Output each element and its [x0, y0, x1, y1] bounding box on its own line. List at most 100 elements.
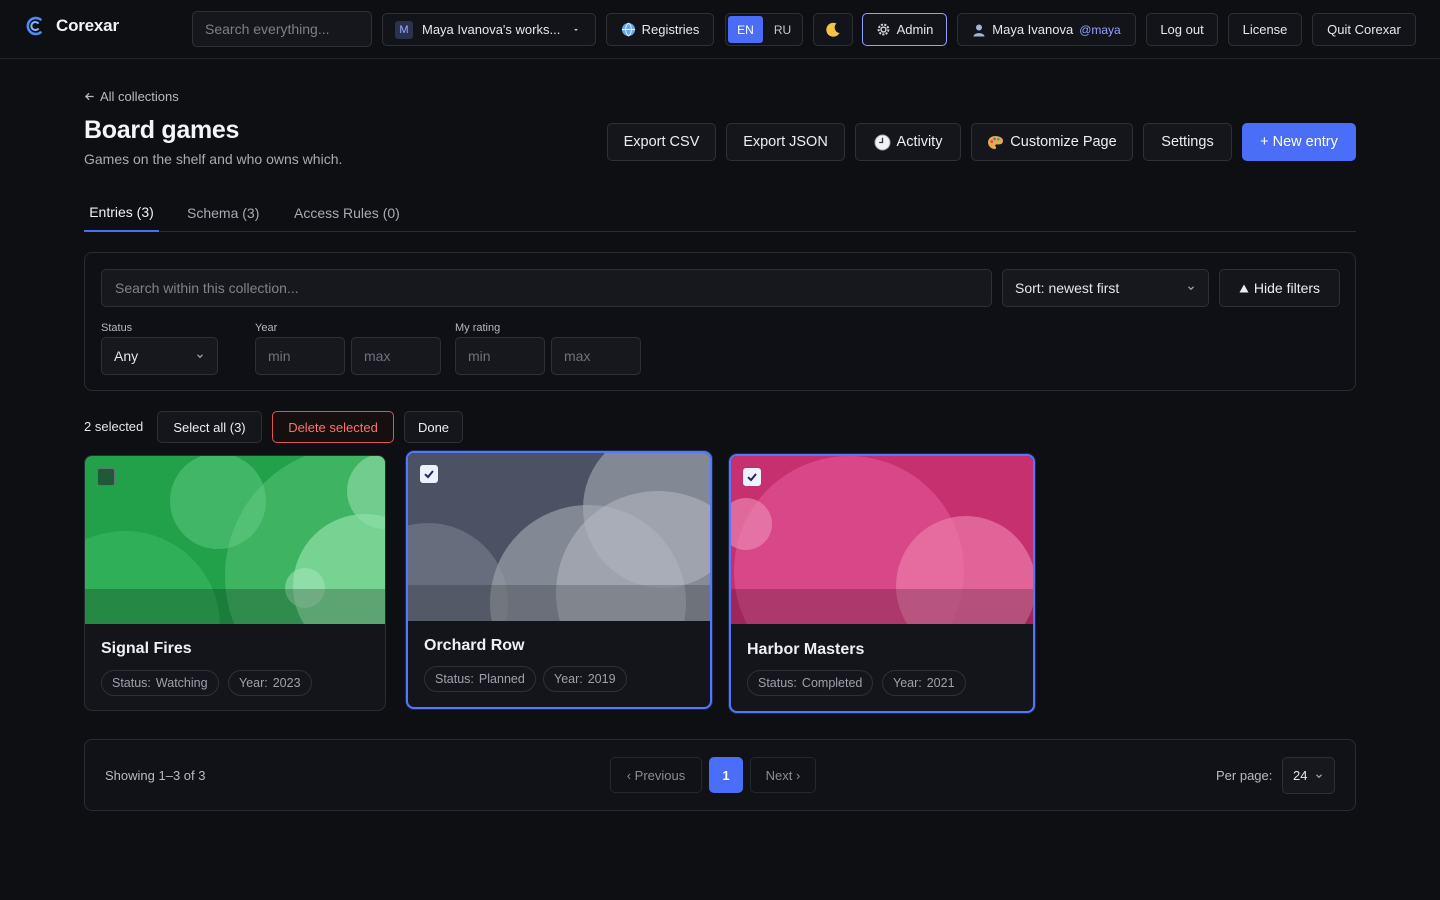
caret-down-icon	[574, 28, 579, 31]
workspace-name: Maya Ivanova's works...	[422, 22, 561, 37]
card-checkbox[interactable]	[420, 465, 438, 483]
breadcrumb-label: All collections	[100, 89, 179, 104]
workspace-switcher[interactable]: M Maya Ivanova's works...	[382, 13, 596, 46]
year-badge-key: Year:	[554, 672, 583, 686]
rating-max-input[interactable]: max	[551, 337, 641, 375]
per-page-select[interactable]: 24	[1282, 757, 1335, 794]
card-cover-image	[85, 456, 385, 624]
sort-value: Sort: newest first	[1015, 280, 1120, 296]
checkmark-icon	[747, 473, 757, 482]
app-name: Corexar	[56, 16, 119, 35]
chevron-down-icon	[1316, 773, 1322, 778]
year-badge-key: Year:	[239, 676, 268, 690]
status-badge: Status: Watching	[101, 670, 219, 696]
page-1-button[interactable]: 1	[709, 757, 743, 793]
globe-icon	[621, 22, 635, 37]
card-cover-image	[408, 453, 710, 621]
theme-toggle-button[interactable]	[813, 13, 853, 46]
year-badge-key: Year:	[893, 676, 922, 690]
year-badge: Year: 2023	[228, 670, 312, 696]
gear-icon	[877, 23, 889, 36]
status-filter-select[interactable]: Any	[101, 337, 218, 375]
tab-entries[interactable]: Entries (3)	[84, 193, 159, 232]
page-subtitle: Games on the shelf and who owns which.	[84, 151, 343, 167]
workspace-avatar: M	[395, 20, 413, 39]
customize-label: Customize Page	[1010, 134, 1117, 150]
new-entry-button[interactable]: + New entry	[1242, 123, 1356, 161]
breadcrumb-back-link[interactable]: All collections	[84, 89, 179, 104]
tab-access-rules[interactable]: Access Rules (0)	[294, 193, 400, 232]
year-filter-label: Year	[255, 322, 278, 334]
global-search-input[interactable]: Search everything...	[192, 11, 372, 47]
chevron-down-icon	[197, 354, 203, 359]
year-min-input[interactable]: min	[255, 337, 345, 375]
lang-ru-button[interactable]: RU	[765, 16, 800, 43]
hide-filters-button[interactable]: Hide filters	[1219, 269, 1340, 307]
entry-card[interactable]: Harbor Masters Status: Completed Year: 2…	[729, 454, 1035, 713]
lang-en-button[interactable]: EN	[728, 16, 763, 43]
next-page-button[interactable]: Next ›	[750, 757, 816, 793]
select-all-button[interactable]: Select all (3)	[157, 411, 262, 443]
clock-icon	[874, 133, 891, 151]
user-icon	[973, 24, 985, 36]
year-badge-value: 2023	[272, 676, 301, 690]
collection-search-input[interactable]: Search within this collection...	[101, 269, 992, 307]
arrow-left-icon	[84, 92, 94, 101]
activity-label: Activity	[896, 134, 943, 150]
sort-select[interactable]: Sort: newest first	[1002, 269, 1209, 307]
registries-button[interactable]: Registries	[606, 13, 714, 46]
user-menu-button[interactable]: Maya Ivanova @maya	[957, 13, 1136, 46]
customize-page-button[interactable]: Customize Page	[971, 123, 1133, 161]
triangle-up-icon	[1239, 284, 1249, 292]
delete-selected-button[interactable]: Delete selected	[272, 411, 394, 443]
done-button[interactable]: Done	[404, 411, 463, 443]
status-badge-key: Status:	[758, 676, 797, 690]
entry-card[interactable]: Orchard Row Status: Planned Year: 2019	[406, 451, 712, 709]
quit-button[interactable]: Quit Corexar	[1312, 13, 1416, 46]
page-title: Board games	[84, 116, 240, 144]
tab-schema[interactable]: Schema (3)	[187, 193, 259, 232]
admin-button[interactable]: Admin	[862, 13, 947, 46]
corexar-logo-icon	[26, 16, 42, 36]
rating-min-input[interactable]: min	[455, 337, 545, 375]
status-filter-value: Any	[114, 348, 139, 364]
entry-card[interactable]: Signal Fires Status: Watching Year: 2023	[84, 455, 386, 711]
hide-filters-label: Hide filters	[1253, 280, 1321, 296]
checkmark-icon	[424, 470, 434, 479]
filter-panel: Search within this collection... Sort: n…	[84, 252, 1356, 391]
year-max-input[interactable]: max	[351, 337, 441, 375]
activity-button[interactable]: Activity	[855, 123, 961, 161]
export-json-button[interactable]: Export JSON	[726, 123, 845, 161]
year-badge: Year: 2019	[543, 666, 627, 692]
card-checkbox[interactable]	[743, 468, 761, 486]
user-handle: @maya	[1079, 22, 1121, 37]
top-bar: Corexar Search everything... M Maya Ivan…	[0, 0, 1440, 59]
year-badge-value: 2021	[926, 676, 955, 690]
card-checkbox[interactable]	[97, 468, 115, 486]
pagination-info: Showing 1–3 of 3	[105, 768, 206, 783]
card-title: Orchard Row	[424, 637, 525, 654]
card-title: Harbor Masters	[747, 641, 865, 658]
per-page-value: 24	[1293, 768, 1308, 783]
export-csv-button[interactable]: Export CSV	[607, 123, 716, 161]
license-button[interactable]: License	[1228, 13, 1302, 46]
year-badge: Year: 2021	[882, 670, 966, 696]
card-cover-image	[731, 456, 1033, 624]
chevron-down-icon	[1188, 286, 1194, 291]
card-title: Signal Fires	[101, 640, 192, 657]
rating-filter-label: My rating	[455, 322, 501, 334]
collection-tabs: Entries (3) Schema (3) Access Rules (0)	[84, 193, 1356, 232]
status-badge: Status: Completed	[747, 670, 874, 696]
previous-page-button[interactable]: ‹ Previous	[610, 757, 702, 793]
admin-label: Admin	[896, 22, 934, 37]
moon-icon	[826, 22, 840, 37]
language-switcher: EN RU	[725, 13, 803, 46]
logout-button[interactable]: Log out	[1146, 13, 1218, 46]
settings-button[interactable]: Settings	[1143, 123, 1232, 161]
status-badge-value: Completed	[801, 676, 863, 690]
year-badge-value: 2019	[587, 672, 616, 686]
pagination-bar: Showing 1–3 of 3 ‹ Previous 1 Next › Per…	[84, 739, 1356, 811]
status-badge-key: Status:	[435, 672, 474, 686]
brand[interactable]: Corexar	[24, 15, 119, 37]
palette-icon	[988, 135, 1004, 149]
